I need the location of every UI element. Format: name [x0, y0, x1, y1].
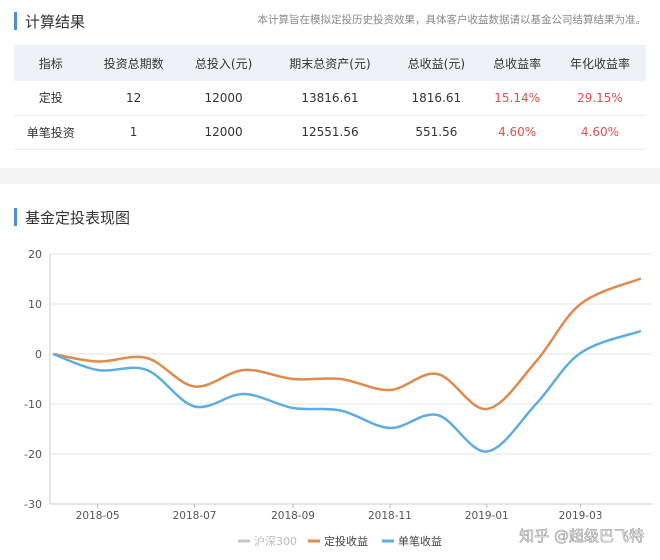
y-tick-label: 10 [28, 298, 42, 311]
watermark-text: 知乎 @超级巴飞特 [519, 527, 644, 545]
legend-label: 沪深300 [254, 534, 297, 548]
y-tick-label: -10 [24, 398, 42, 411]
y-tick-label: 0 [35, 348, 42, 361]
y-tick-label: 20 [28, 248, 42, 261]
x-tick-label: 2019-01 [465, 510, 509, 522]
x-tick-label: 2018-05 [76, 510, 120, 522]
performance-chart: 20 10 0 -10 -20 -30 2018-05 2018-07 2018-09 2018-… [24, 248, 652, 548]
x-tick-label: 2018-09 [271, 510, 315, 522]
y-tick-label: -20 [24, 448, 42, 461]
x-tick-label: 2018-07 [173, 510, 217, 522]
legend-label: 单笔收益 [398, 534, 442, 548]
x-tick-label: 2018-11 [368, 510, 412, 522]
legend-label: 定投收益 [324, 534, 368, 548]
x-tick-label: 2019-03 [559, 510, 603, 522]
series-line-1 [52, 277, 642, 411]
y-tick-label: -30 [24, 498, 42, 511]
series-line-2 [52, 329, 642, 453]
